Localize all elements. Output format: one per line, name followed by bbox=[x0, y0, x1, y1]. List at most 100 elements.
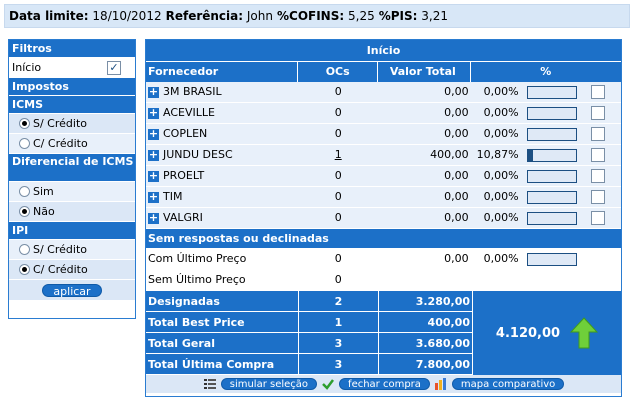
expand-icon[interactable]: + bbox=[148, 107, 159, 119]
expand-icon[interactable]: + bbox=[148, 128, 159, 140]
supplier-ocs-value: 0 bbox=[334, 190, 342, 203]
inicio-label: Início bbox=[12, 61, 42, 74]
supplier-ocs-value: 0 bbox=[334, 127, 342, 140]
table-header: Fornecedor OCs Valor Total % bbox=[146, 62, 621, 82]
supplier-select-checkbox[interactable] bbox=[590, 85, 605, 99]
ipi-option-label: S/ Crédito bbox=[33, 242, 87, 256]
supplier-progress-bar bbox=[526, 106, 577, 120]
diferencial-option-sim[interactable]: Sim bbox=[9, 182, 135, 202]
total-value: 7.800,00 bbox=[415, 358, 470, 371]
supplier-ocs: 0 bbox=[298, 124, 378, 144]
radio-icon[interactable] bbox=[19, 244, 30, 255]
supplier-ocs-value: 0 bbox=[334, 211, 342, 224]
diferencial-option-nao[interactable]: Não bbox=[9, 202, 135, 222]
supplier-name: TIM bbox=[163, 190, 183, 203]
total-ocs: 2 bbox=[299, 291, 379, 311]
supplier-name-cell: +3M BRASIL bbox=[146, 82, 298, 102]
supplier-pct: 0,00% bbox=[483, 190, 519, 203]
supplier-ocs-value: 0 bbox=[334, 106, 342, 119]
diferencial-title: Diferencial de ICMS bbox=[9, 154, 135, 182]
radio-icon[interactable] bbox=[19, 264, 30, 275]
supplier-progress-bar bbox=[526, 211, 577, 225]
supplier-total: 0,00 bbox=[444, 127, 469, 140]
expand-icon[interactable]: + bbox=[148, 149, 159, 161]
supplier-name-cell: + COPLEN bbox=[146, 124, 298, 144]
apply-button[interactable]: aplicar bbox=[42, 283, 102, 298]
total-label: Total Geral bbox=[146, 333, 299, 353]
icms-option-s-credito[interactable]: S/ Crédito bbox=[9, 114, 135, 134]
supplier-name-cell: + PROELT bbox=[146, 166, 298, 186]
supplier-name-cell: + ACEVILLE bbox=[146, 103, 298, 123]
expand-icon[interactable]: + bbox=[148, 191, 159, 203]
ipi-option-s-credito[interactable]: S/ Crédito bbox=[9, 240, 135, 260]
referencia-value: John bbox=[246, 9, 273, 23]
supplier-pct-cell: 0,00% bbox=[471, 166, 621, 186]
radio-icon[interactable] bbox=[19, 138, 30, 149]
simular-selecao-button[interactable]: simular seleção bbox=[220, 378, 318, 390]
radio-icon[interactable] bbox=[19, 118, 30, 129]
com-ultimo-preco-row: Com Último Preço 0 0,00 0,00% bbox=[146, 249, 621, 270]
supplier-ocs: 0 bbox=[298, 82, 378, 102]
col-ocs[interactable]: OCs bbox=[298, 62, 379, 82]
total-label: Designadas bbox=[146, 291, 299, 311]
col-valor-total[interactable]: Valor Total bbox=[378, 62, 471, 82]
big-total-value: 4.120,00 bbox=[495, 325, 561, 341]
expand-icon[interactable]: + bbox=[148, 170, 159, 182]
icms-option-label: S/ Crédito bbox=[33, 116, 87, 130]
supplier-row: + VALGRI 0 0,00 0,00% bbox=[146, 208, 621, 229]
expand-icon[interactable]: + bbox=[148, 86, 159, 98]
supplier-name-cell: + JUNDU DESC bbox=[146, 145, 298, 165]
supplier-name: VALGRI bbox=[163, 211, 203, 224]
icms-title: ICMS bbox=[9, 96, 135, 114]
total-ocs: 1 bbox=[299, 312, 379, 332]
supplier-select-checkbox[interactable] bbox=[590, 211, 605, 225]
total-value: 3.680,00 bbox=[415, 337, 470, 350]
supplier-row: + ACEVILLE 0 0,00 0,00% bbox=[146, 103, 621, 124]
inicio-checkbox[interactable]: ✓ bbox=[107, 61, 121, 75]
sem-ultimo-ocs: 0 bbox=[334, 273, 342, 286]
supplier-pct-cell: 0,00% bbox=[471, 208, 621, 228]
total-label: Total Última Compra bbox=[146, 354, 299, 374]
header-bar: Data limite: 18/10/2012 Referência: John… bbox=[4, 4, 630, 28]
col-percent[interactable]: % bbox=[471, 62, 621, 82]
supplier-select-checkbox[interactable] bbox=[590, 127, 605, 141]
supplier-select-checkbox[interactable] bbox=[590, 169, 605, 183]
supplier-pct: 0,00% bbox=[483, 211, 519, 224]
supplier-name: JUNDU DESC bbox=[163, 148, 233, 161]
progress-fill bbox=[527, 149, 533, 161]
ipi-option-c-credito[interactable]: C/ Crédito bbox=[9, 260, 135, 280]
cofins-label: %COFINS: bbox=[276, 9, 345, 23]
supplier-select-checkbox[interactable] bbox=[590, 106, 605, 120]
supplier-ocs-value: 0 bbox=[334, 169, 342, 182]
com-ultimo-pct: 0,00% bbox=[483, 252, 519, 265]
icms-option-c-credito[interactable]: C/ Crédito bbox=[9, 134, 135, 154]
supplier-row: + TIM 0 0,00 0,00% bbox=[146, 187, 621, 208]
supplier-ocs-value[interactable]: 1 bbox=[335, 148, 342, 161]
supplier-progress-bar bbox=[526, 85, 577, 99]
supplier-name: COPLEN bbox=[163, 127, 208, 140]
expand-icon[interactable]: + bbox=[148, 212, 159, 224]
total-row-geral: Total Geral 3 3.680,00 bbox=[146, 333, 472, 354]
com-ultimo-progress-bar bbox=[526, 252, 577, 266]
supplier-select-checkbox[interactable] bbox=[590, 190, 605, 204]
supplier-select-checkbox[interactable] bbox=[590, 148, 605, 162]
fechar-compra-button[interactable]: fechar compra bbox=[339, 378, 430, 390]
total-label: Total Best Price bbox=[146, 312, 299, 332]
referencia-label: Referência: bbox=[165, 9, 244, 23]
supplier-pct: 0,00% bbox=[483, 127, 519, 140]
supplier-progress-bar bbox=[526, 190, 577, 204]
supplier-row: + COPLEN 0 0,00 0,00% bbox=[146, 124, 621, 145]
action-bar: simular seleção fechar compra mapa compa… bbox=[146, 375, 621, 393]
total-row-best-price: Total Best Price 1 400,00 bbox=[146, 312, 472, 333]
radio-icon[interactable] bbox=[19, 206, 30, 217]
com-ultimo-pct-cell: 0,00% bbox=[471, 249, 621, 269]
main-title: Início bbox=[146, 40, 621, 62]
radio-icon[interactable] bbox=[19, 186, 30, 197]
total-row-ultima-compra: Total Última Compra 3 7.800,00 bbox=[146, 354, 472, 375]
col-fornecedor[interactable]: Fornecedor bbox=[146, 62, 299, 82]
supplier-total: 0,00 bbox=[444, 211, 469, 224]
supplier-row: +3M BRASIL 0 0,00 0,00% bbox=[146, 82, 621, 103]
mapa-comparativo-button[interactable]: mapa comparativo bbox=[451, 378, 565, 390]
supplier-total: 0,00 bbox=[444, 169, 469, 182]
supplier-pct-cell: 0,00% bbox=[471, 124, 621, 144]
